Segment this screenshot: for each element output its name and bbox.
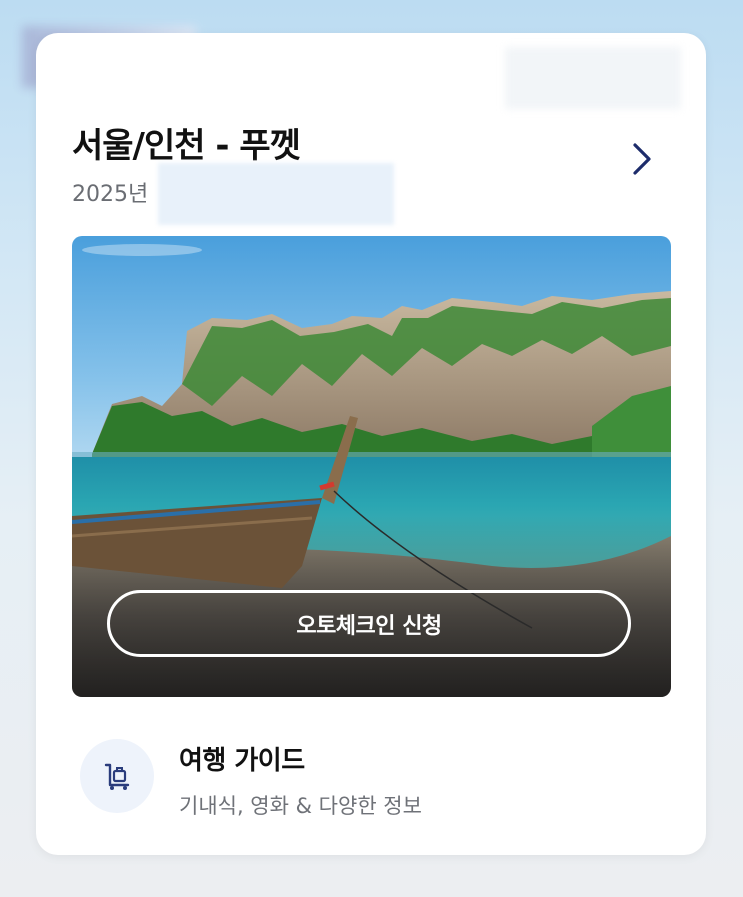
route-title: 서울/인천 - 푸껫 xyxy=(72,126,301,166)
guide-subtitle: 기내식, 영화 & 다양한 정보 xyxy=(179,794,422,818)
chevron-right-icon[interactable] xyxy=(625,137,659,181)
redacted-date-blur xyxy=(158,163,394,225)
redacted-top-right-blur xyxy=(505,47,681,109)
travel-guide-item[interactable]: 여행 가이드 기내식, 영화 & 다양한 정보 xyxy=(80,736,680,826)
auto-checkin-button[interactable]: 오토체크인 신청 xyxy=(107,590,631,657)
trip-date: 2025년 xyxy=(72,182,149,207)
guide-title: 여행 가이드 xyxy=(179,746,305,776)
luggage-cart-icon xyxy=(80,739,154,813)
